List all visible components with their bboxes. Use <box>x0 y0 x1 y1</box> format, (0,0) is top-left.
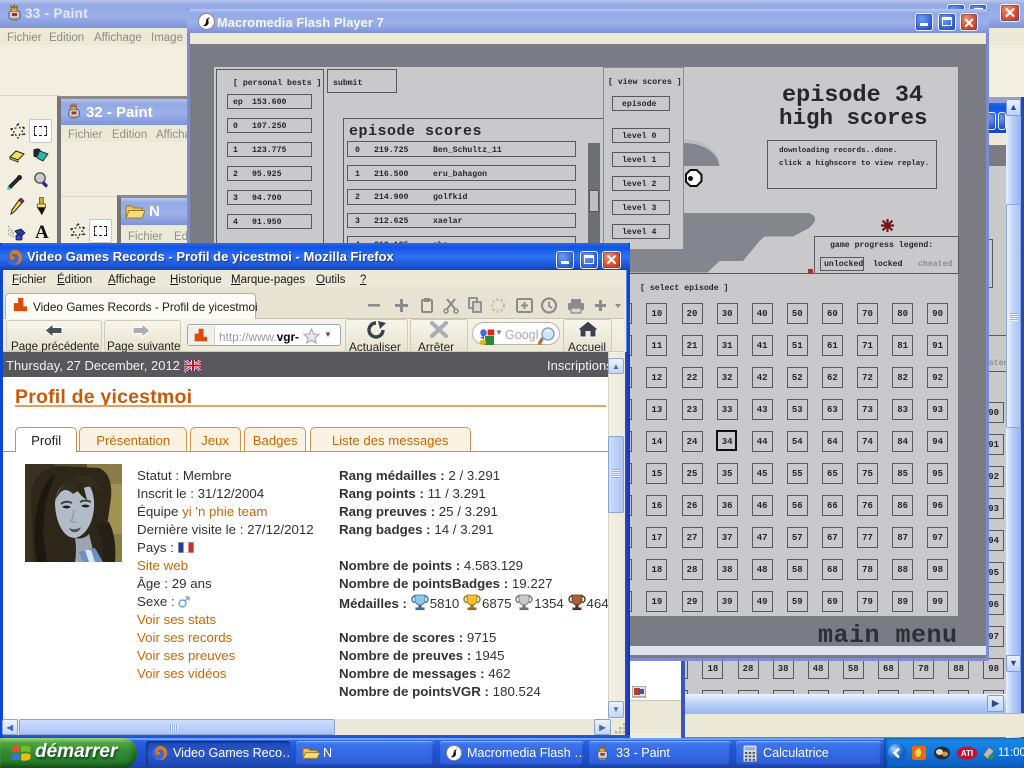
svg-text:ATI: ATI <box>961 749 973 758</box>
